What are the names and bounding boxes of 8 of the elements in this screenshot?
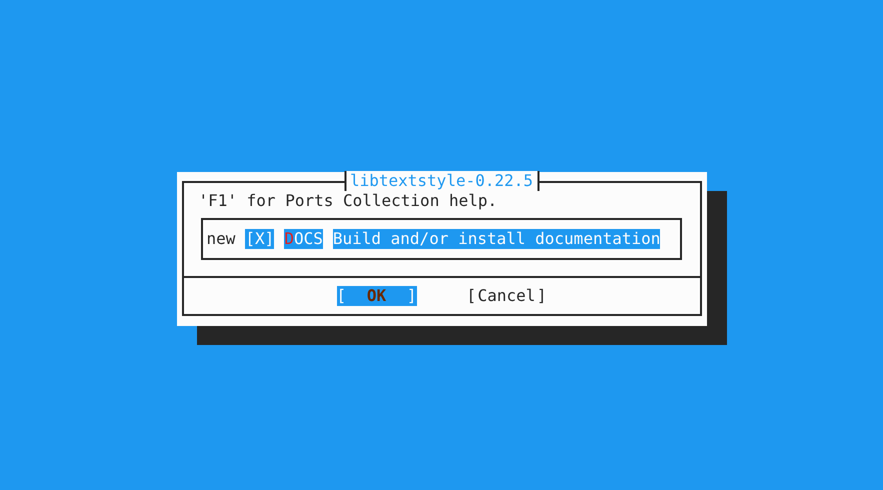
help-hint: 'F1' for Ports Collection help. <box>198 191 498 211</box>
option-description: Build and/or install documentation <box>332 229 660 249</box>
dialog-button[interactable]: [ OK ] <box>336 286 416 306</box>
option-name[interactable]: DOCS <box>284 229 323 249</box>
dialog-title: libtextstyle-0.22.5 <box>344 171 540 191</box>
dialog-button[interactable]: [Cancel] <box>466 286 546 306</box>
option-tag: new <box>206 229 236 249</box>
checkbox[interactable]: [X] <box>245 229 274 249</box>
